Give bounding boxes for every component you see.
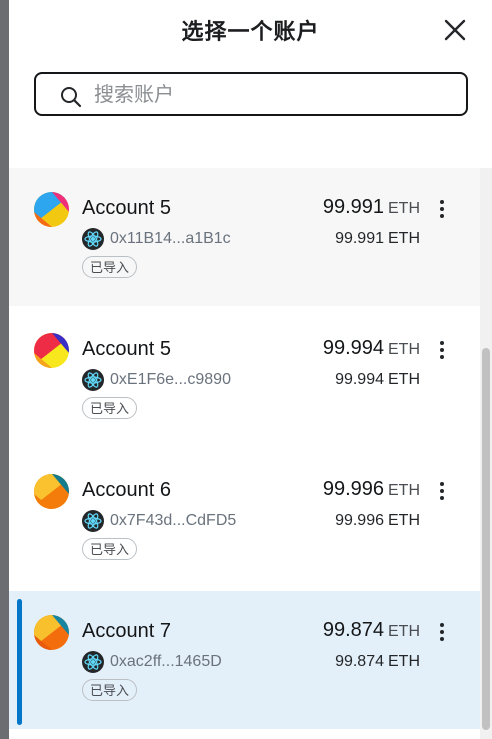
account-name: Account 6	[82, 479, 171, 501]
account-fiat-balance: 99.874 ETH	[335, 653, 420, 671]
search-input[interactable]	[94, 80, 454, 110]
sub-balance-currency: ETH	[388, 512, 420, 529]
selected-indicator	[17, 599, 22, 725]
network-icon	[82, 228, 104, 250]
modal-title: 选择一个账户	[181, 19, 320, 44]
balance-currency: ETH	[388, 623, 420, 640]
balance-currency: ETH	[388, 341, 420, 358]
background-overlay	[0, 0, 9, 739]
account-name: Account 5	[82, 197, 171, 219]
close-button[interactable]	[441, 16, 469, 44]
account-address: 0x7F43d...CdFD5	[110, 512, 237, 529]
account-row[interactable]: Account 5 0x11B14...a1B1c 已导入 99.991 ETH …	[9, 168, 480, 306]
account-balance: 99.991 ETH	[323, 196, 420, 219]
account-avatar[interactable]	[34, 333, 69, 368]
network-icon	[82, 369, 104, 391]
imported-badge: 已导入	[82, 256, 138, 278]
network-icon	[82, 651, 104, 673]
account-options-button[interactable]	[434, 339, 450, 361]
account-row[interactable]: Account 7 0xac2ff...1465D 已导入 99.874 ETH …	[9, 591, 480, 729]
account-avatar[interactable]	[34, 192, 69, 227]
close-icon	[444, 19, 466, 41]
balance-currency: ETH	[388, 200, 420, 217]
imported-badge: 已导入	[82, 538, 138, 560]
imported-badge: 已导入	[82, 679, 138, 701]
account-selector-modal: 选择一个账户 Account 5 0x11B14...a1B1c 已导入 99.…	[9, 0, 492, 739]
balance-currency: ETH	[388, 482, 420, 499]
account-address: 0xE1F6e...c9890	[110, 371, 231, 388]
account-options-button[interactable]	[434, 621, 450, 643]
sub-balance-value: 99.994	[335, 371, 384, 388]
network-icon	[82, 510, 104, 532]
account-avatar[interactable]	[34, 615, 69, 650]
balance-value: 99.991	[322, 196, 384, 218]
account-name: Account 5	[82, 338, 171, 360]
sub-balance-value: 99.874	[335, 653, 384, 670]
account-fiat-balance: 99.991 ETH	[335, 230, 420, 248]
account-address: 0xac2ff...1465D	[110, 653, 222, 670]
search-icon	[61, 87, 82, 108]
sub-balance-currency: ETH	[388, 371, 420, 388]
imported-badge: 已导入	[82, 397, 138, 419]
sub-balance-currency: ETH	[388, 653, 420, 670]
account-balance: 99.996 ETH	[323, 478, 420, 501]
balance-value: 99.996	[322, 478, 384, 500]
account-name: Account 7	[82, 620, 171, 642]
account-balance: 99.874 ETH	[323, 619, 420, 642]
balance-value: 99.994	[322, 337, 384, 359]
sub-balance-value: 99.996	[335, 512, 384, 529]
account-avatar[interactable]	[34, 474, 69, 509]
balance-value: 99.874	[322, 619, 384, 641]
sub-balance-value: 99.991	[335, 230, 384, 247]
account-balance: 99.994 ETH	[323, 337, 420, 360]
account-row[interactable]: Account 5 0xE1F6e...c9890 已导入 99.994 ETH …	[9, 309, 480, 447]
account-fiat-balance: 99.996 ETH	[335, 512, 420, 530]
search-box[interactable]	[34, 72, 468, 116]
scrollbar-thumb[interactable]	[482, 348, 490, 730]
account-address: 0x11B14...a1B1c	[110, 230, 231, 247]
sub-balance-currency: ETH	[388, 230, 420, 247]
account-options-button[interactable]	[434, 480, 450, 502]
account-fiat-balance: 99.994 ETH	[335, 371, 420, 389]
account-row[interactable]: Account 6 0x7F43d...CdFD5 已导入 99.996 ETH …	[9, 450, 480, 588]
account-options-button[interactable]	[434, 198, 450, 220]
